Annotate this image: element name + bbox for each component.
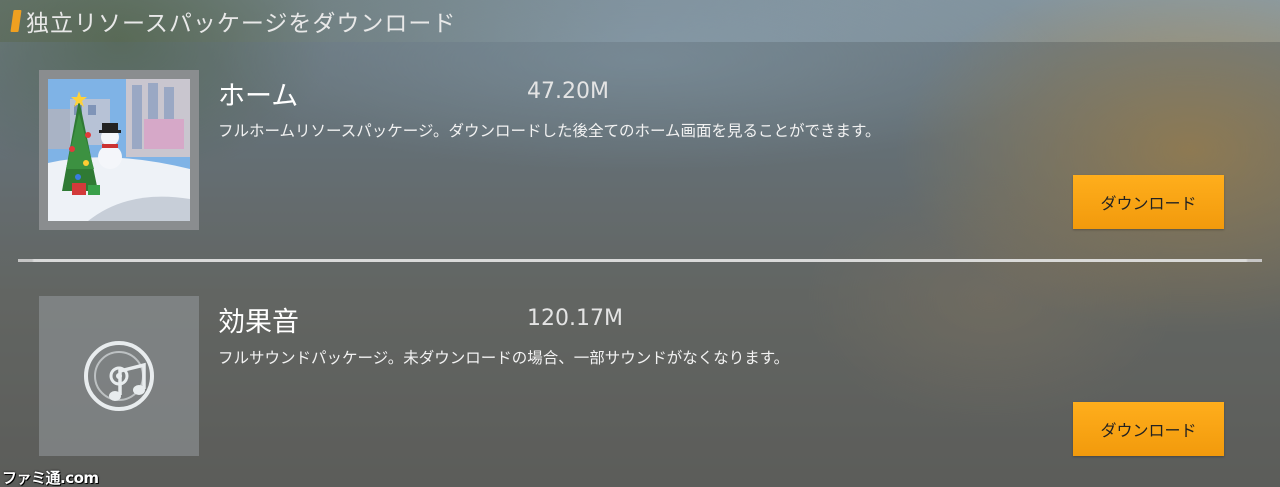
package-size: 47.20M bbox=[527, 79, 609, 104]
download-home-button[interactable]: ダウンロード bbox=[1073, 175, 1224, 229]
package-thumbnail bbox=[39, 296, 199, 456]
music-disc-icon bbox=[48, 305, 190, 447]
package-name: 効果音 bbox=[218, 307, 299, 338]
package-name: ホーム bbox=[218, 81, 299, 112]
package-item-home: ホーム 47.20M フルホームリソースパッケージ。ダウンロードした後全てのホー… bbox=[0, 42, 1280, 260]
item-divider bbox=[18, 259, 1262, 262]
package-size: 120.17M bbox=[527, 306, 623, 331]
christmas-scene-thumbnail bbox=[48, 79, 190, 221]
watermark-logo: ファミ通.com bbox=[2, 469, 99, 487]
header-accent-bar bbox=[10, 10, 22, 32]
download-sound-effects-button[interactable]: ダウンロード bbox=[1073, 402, 1224, 456]
package-description: フルサウンドパッケージ。未ダウンロードの場合、一部サウンドがなくなります。 bbox=[218, 349, 790, 367]
package-item-sound-effects: 効果音 120.17M フルサウンドパッケージ。未ダウンロードの場合、一部サウン… bbox=[0, 268, 1280, 487]
package-description: フルホームリソースパッケージ。ダウンロードした後全てのホーム画面を見ることができ… bbox=[218, 122, 881, 140]
page-header: 独立リソースパッケージをダウンロード bbox=[0, 0, 1280, 42]
page-title: 独立リソースパッケージをダウンロード bbox=[26, 11, 457, 37]
package-thumbnail bbox=[39, 70, 199, 230]
